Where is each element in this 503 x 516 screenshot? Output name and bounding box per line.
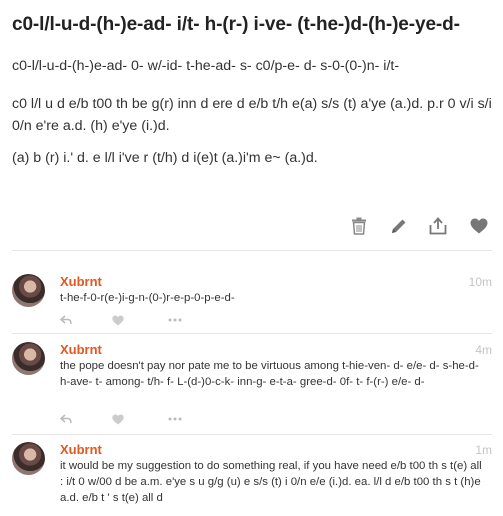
reply-icon	[60, 414, 72, 424]
comment-actions	[60, 412, 200, 426]
divider	[12, 333, 492, 334]
heart-icon	[112, 315, 124, 325]
avatar[interactable]	[12, 342, 45, 375]
heart-icon	[112, 414, 124, 424]
comment-author[interactable]: Xubrnt	[60, 342, 102, 358]
comment-time: 1m	[475, 443, 492, 457]
comment-like-button[interactable]	[112, 313, 124, 327]
comment-time: 4m	[475, 343, 492, 357]
divider	[12, 434, 492, 435]
comment-text: the pope doesn't pay nor pate me to be v…	[60, 360, 479, 388]
comment-time: 10m	[468, 275, 492, 289]
like-button[interactable]	[466, 213, 492, 239]
reply-button[interactable]	[60, 412, 72, 426]
post-body: c0-l/l-u-d-(h-)e-ad- 0- w/-id- t-he-ad- …	[12, 55, 492, 169]
post-paragraph: c0-l/l-u-d-(h-)e-ad- 0- w/-id- t-he-ad- …	[12, 58, 400, 74]
avatar[interactable]	[12, 442, 45, 475]
post-paragraph: c0 l/l u d e/b t00 th be g(r) inn d ere …	[12, 96, 492, 134]
heart-icon	[470, 218, 488, 234]
divider	[12, 250, 492, 251]
more-button[interactable]	[168, 313, 182, 327]
edit-icon	[392, 219, 406, 233]
post-actions	[12, 213, 492, 239]
comment-author[interactable]: Xubrnt	[60, 274, 102, 290]
post-title: c0-l/l-u-d-(h-)e-ad- i/t- h-(r-) i-ve- (…	[12, 14, 460, 35]
more-icon	[168, 318, 182, 322]
share-button[interactable]	[425, 213, 451, 239]
post: c0-l/l-u-d-(h-)e-ad- i/t- h-(r-) i-ve- (…	[12, 12, 492, 235]
reply-button[interactable]	[60, 313, 72, 327]
post-paragraph: (a) b (r) i.' d. e l/l i've r (t/h) d i(…	[12, 150, 318, 166]
comment-text: it would be my suggestion to do somethin…	[60, 460, 482, 504]
delete-button[interactable]	[346, 213, 372, 239]
edit-button[interactable]	[386, 213, 412, 239]
reply-icon	[60, 315, 72, 325]
comment-author[interactable]: Xubrnt	[60, 442, 102, 458]
comment-text: t-he-f-0-r(e-)i-g-n-(0-)r-e-p-0-p-e-d-	[60, 292, 235, 304]
more-icon	[168, 417, 182, 421]
avatar[interactable]	[12, 274, 45, 307]
comment-like-button[interactable]	[112, 412, 124, 426]
more-button[interactable]	[168, 412, 182, 426]
comment-actions	[60, 313, 200, 327]
share-icon	[429, 217, 447, 235]
trash-icon	[352, 217, 366, 235]
